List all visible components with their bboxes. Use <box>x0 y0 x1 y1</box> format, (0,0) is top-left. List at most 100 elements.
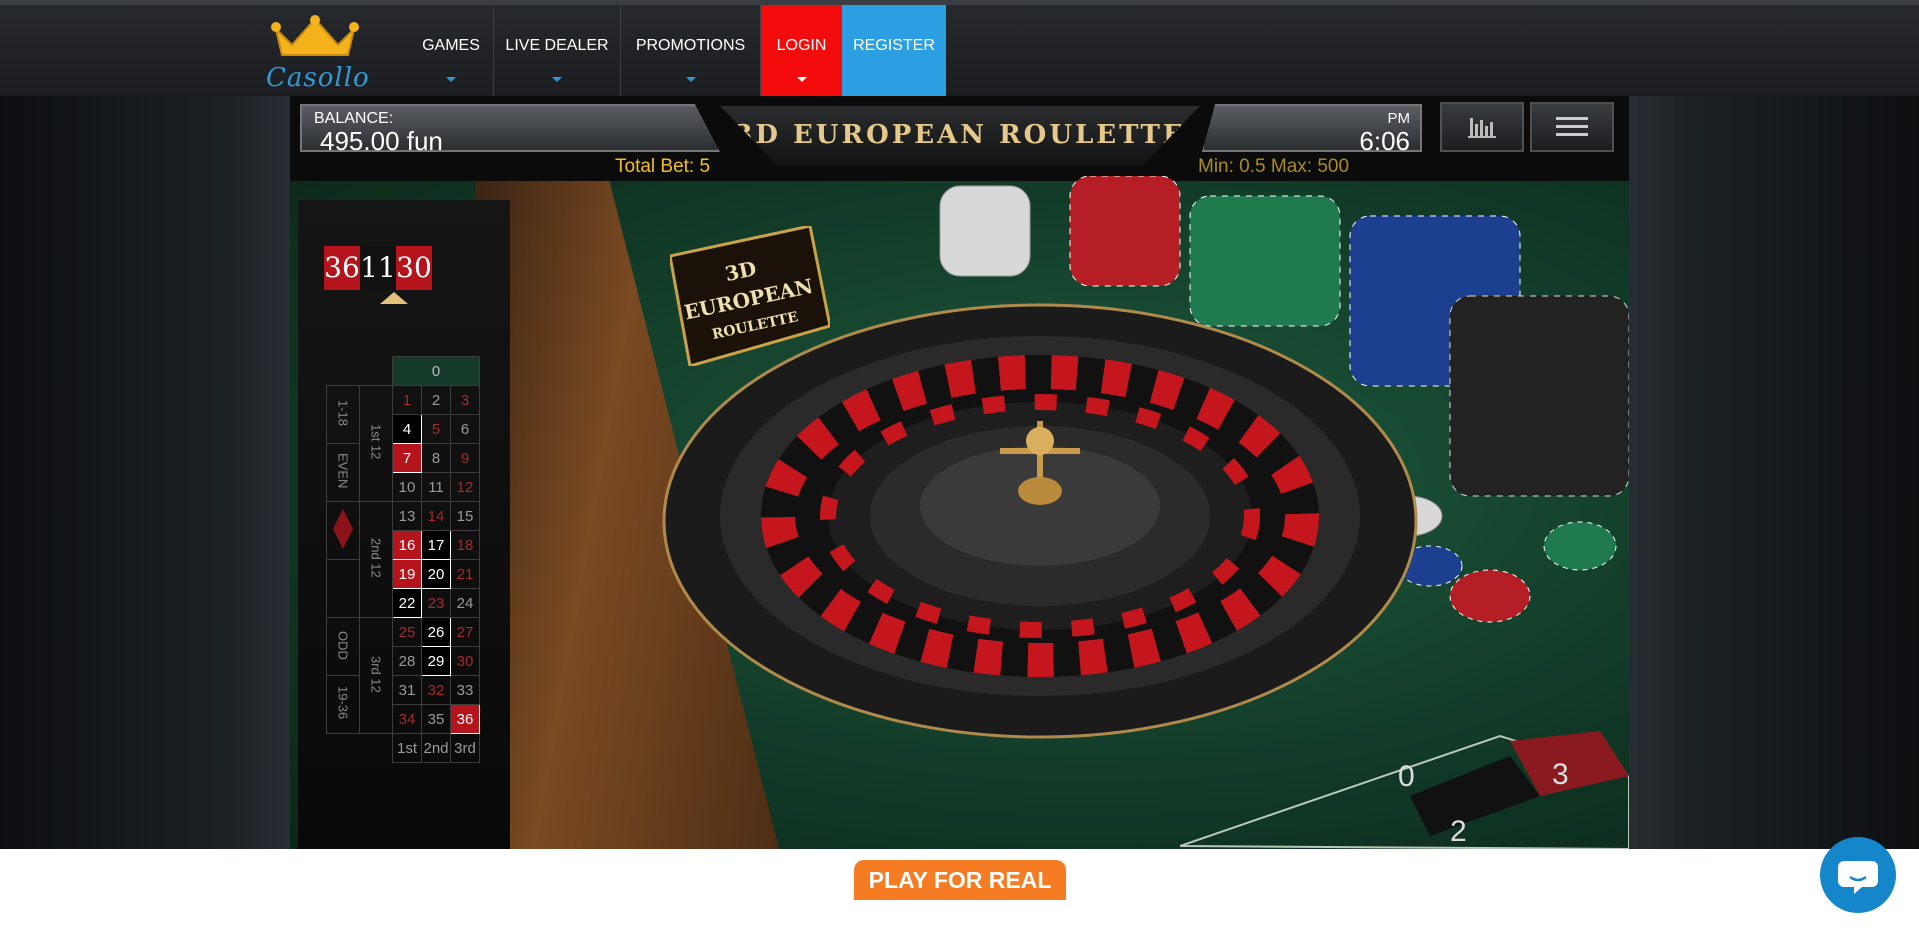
nav-register-label: REGISTER <box>853 36 935 54</box>
last-number: 30 <box>396 246 432 290</box>
bet-cell[interactable]: 32 <box>421 675 451 705</box>
bet-cell[interactable]: 27 <box>450 617 480 647</box>
bet-limits: Min: 0.5 Max: 500 <box>1198 156 1350 177</box>
chevron-down-icon <box>796 77 807 82</box>
last-number-pointer-icon <box>380 292 408 304</box>
bet-cell[interactable]: 26 <box>421 617 451 647</box>
bet-cell[interactable]: 13 <box>392 501 422 531</box>
bet-cell[interactable]: 29 <box>421 646 451 676</box>
statistics-button[interactable] <box>1440 102 1524 152</box>
bet-cell[interactable]: 7 <box>392 443 422 473</box>
bet-cell[interactable]: 6 <box>450 414 480 444</box>
bet-cell[interactable]: 33 <box>450 675 480 705</box>
game-title-banner: 3D EUROPEAN ROULETTE <box>720 106 1200 166</box>
bet-1-18[interactable]: 1-18 <box>326 385 360 444</box>
menu-button[interactable] <box>1530 102 1614 152</box>
bar-chart-icon <box>1468 118 1496 138</box>
bet-black[interactable] <box>326 559 360 618</box>
clock-panel: PM 6:06 <box>1202 104 1422 152</box>
bet-cell[interactable]: 25 <box>392 617 422 647</box>
nav-login-label: LOGIN <box>776 36 827 54</box>
roulette-game[interactable]: BALANCE: 495.00 fun 3D EUROPEAN ROULETTE… <box>290 96 1629 849</box>
casollo-logo[interactable]: Casollo <box>262 13 369 97</box>
clock-period: PM <box>1387 110 1411 127</box>
bet-cell[interactable]: 5 <box>421 414 451 444</box>
bet-cell[interactable]: 23 <box>421 588 451 618</box>
main-nav: GAMES LIVE DEALER PROMOTIONS LOGIN REGIS… <box>409 5 946 96</box>
bet-3rd-12-label: 3rd 12 <box>368 655 384 693</box>
bet-3rd-12[interactable]: 3rd 12 <box>359 617 393 734</box>
nav-games-label: GAMES <box>422 36 480 54</box>
bet-cell[interactable]: 17 <box>421 530 451 560</box>
last-number: 11 <box>360 246 396 290</box>
white-chip-stack <box>939 185 1031 277</box>
bet-1st-12[interactable]: 1st 12 <box>359 385 393 502</box>
bet-cell[interactable]: 16 <box>392 530 422 560</box>
bet-2nd-12[interactable]: 2nd 12 <box>359 501 393 618</box>
bet-cell[interactable]: 15 <box>450 501 480 531</box>
table-number: 0 <box>1398 760 1415 793</box>
bet-cell[interactable]: 31 <box>392 675 422 705</box>
bet-column-2[interactable]: 2nd <box>421 733 451 763</box>
bet-1st-12-label: 1st 12 <box>368 424 384 460</box>
chat-widget-button[interactable] <box>1820 837 1896 913</box>
bet-cell[interactable]: 34 <box>392 704 422 734</box>
bet-cell[interactable]: 9 <box>450 443 480 473</box>
bet-19-36[interactable]: 19-36 <box>326 675 360 734</box>
bet-cell[interactable]: 36 <box>450 704 480 734</box>
bet-cell[interactable]: 8 <box>421 443 451 473</box>
nav-live-dealer[interactable]: LIVE DEALER <box>494 5 621 96</box>
bet-cell-zero[interactable]: 0 <box>392 356 480 386</box>
bet-cell[interactable]: 18 <box>450 530 480 560</box>
bet-cell[interactable]: 20 <box>421 559 451 589</box>
bet-cell[interactable]: 3 <box>450 385 480 415</box>
nav-register[interactable]: REGISTER <box>842 5 946 96</box>
bet-even-label: EVEN <box>335 453 351 489</box>
bet-cell[interactable]: 11 <box>421 472 451 502</box>
total-bet: Total Bet: 5 <box>615 156 711 177</box>
table-number: 3 <box>1552 758 1569 791</box>
chat-icon <box>1838 861 1878 894</box>
chevron-down-icon <box>446 77 456 82</box>
nav-games[interactable]: GAMES <box>409 5 494 96</box>
balance-value: 495.00 fun <box>320 126 443 156</box>
bet-cell[interactable]: 12 <box>450 472 480 502</box>
bet-cell[interactable]: 14 <box>421 501 451 531</box>
roulette-wheel[interactable] <box>660 301 1420 741</box>
top-navigation: Casollo GAMES LIVE DEALER PROMOTIONS LOG… <box>0 0 1919 96</box>
bet-cell[interactable]: 35 <box>421 704 451 734</box>
logo-text: Casollo <box>266 63 370 93</box>
nav-promotions-label: PROMOTIONS <box>635 36 746 54</box>
balance-panel: BALANCE: 495.00 fun <box>300 104 720 152</box>
hamburger-menu-icon <box>1556 117 1588 136</box>
bet-cell[interactable]: 21 <box>450 559 480 589</box>
bet-cell[interactable]: 24 <box>450 588 480 618</box>
bet-cell[interactable]: 22 <box>392 588 422 618</box>
table-number: 2 <box>1450 815 1467 848</box>
last-number: 36 <box>324 246 360 290</box>
last-numbers: 36 11 30 <box>324 246 432 290</box>
bet-even[interactable]: EVEN <box>326 443 360 502</box>
play-for-real-button[interactable]: PLAY FOR REAL <box>854 860 1066 900</box>
bet-cell[interactable]: 30 <box>450 646 480 676</box>
bet-2nd-12-label: 2nd 12 <box>368 538 384 578</box>
red-diamond-icon <box>333 509 353 549</box>
bet-cell[interactable]: 2 <box>421 385 451 415</box>
betting-table[interactable]: 0 1-18 1st 12 1 2 3 4 5 6 EVEN 7 8 9 10 <box>326 356 480 763</box>
bet-cell[interactable]: 1 <box>392 385 422 415</box>
nav-promotions[interactable]: PROMOTIONS <box>621 5 761 96</box>
bet-cell[interactable]: 4 <box>392 414 422 444</box>
crown-icon <box>271 15 359 56</box>
bet-odd-label: ODD <box>335 630 351 660</box>
bet-column-1[interactable]: 1st <box>392 733 422 763</box>
bet-cell[interactable]: 19 <box>392 559 422 589</box>
bet-cell[interactable]: 28 <box>392 646 422 676</box>
red-chip-stack <box>1069 176 1181 287</box>
chevron-down-icon <box>552 77 562 82</box>
bet-column-3[interactable]: 3rd <box>450 733 480 763</box>
bet-cell[interactable]: 10 <box>392 472 422 502</box>
bet-odd[interactable]: ODD <box>326 617 360 676</box>
nav-login[interactable]: LOGIN <box>761 5 842 96</box>
bet-red[interactable] <box>326 501 360 560</box>
clock-time: 6:06 <box>1359 126 1410 156</box>
